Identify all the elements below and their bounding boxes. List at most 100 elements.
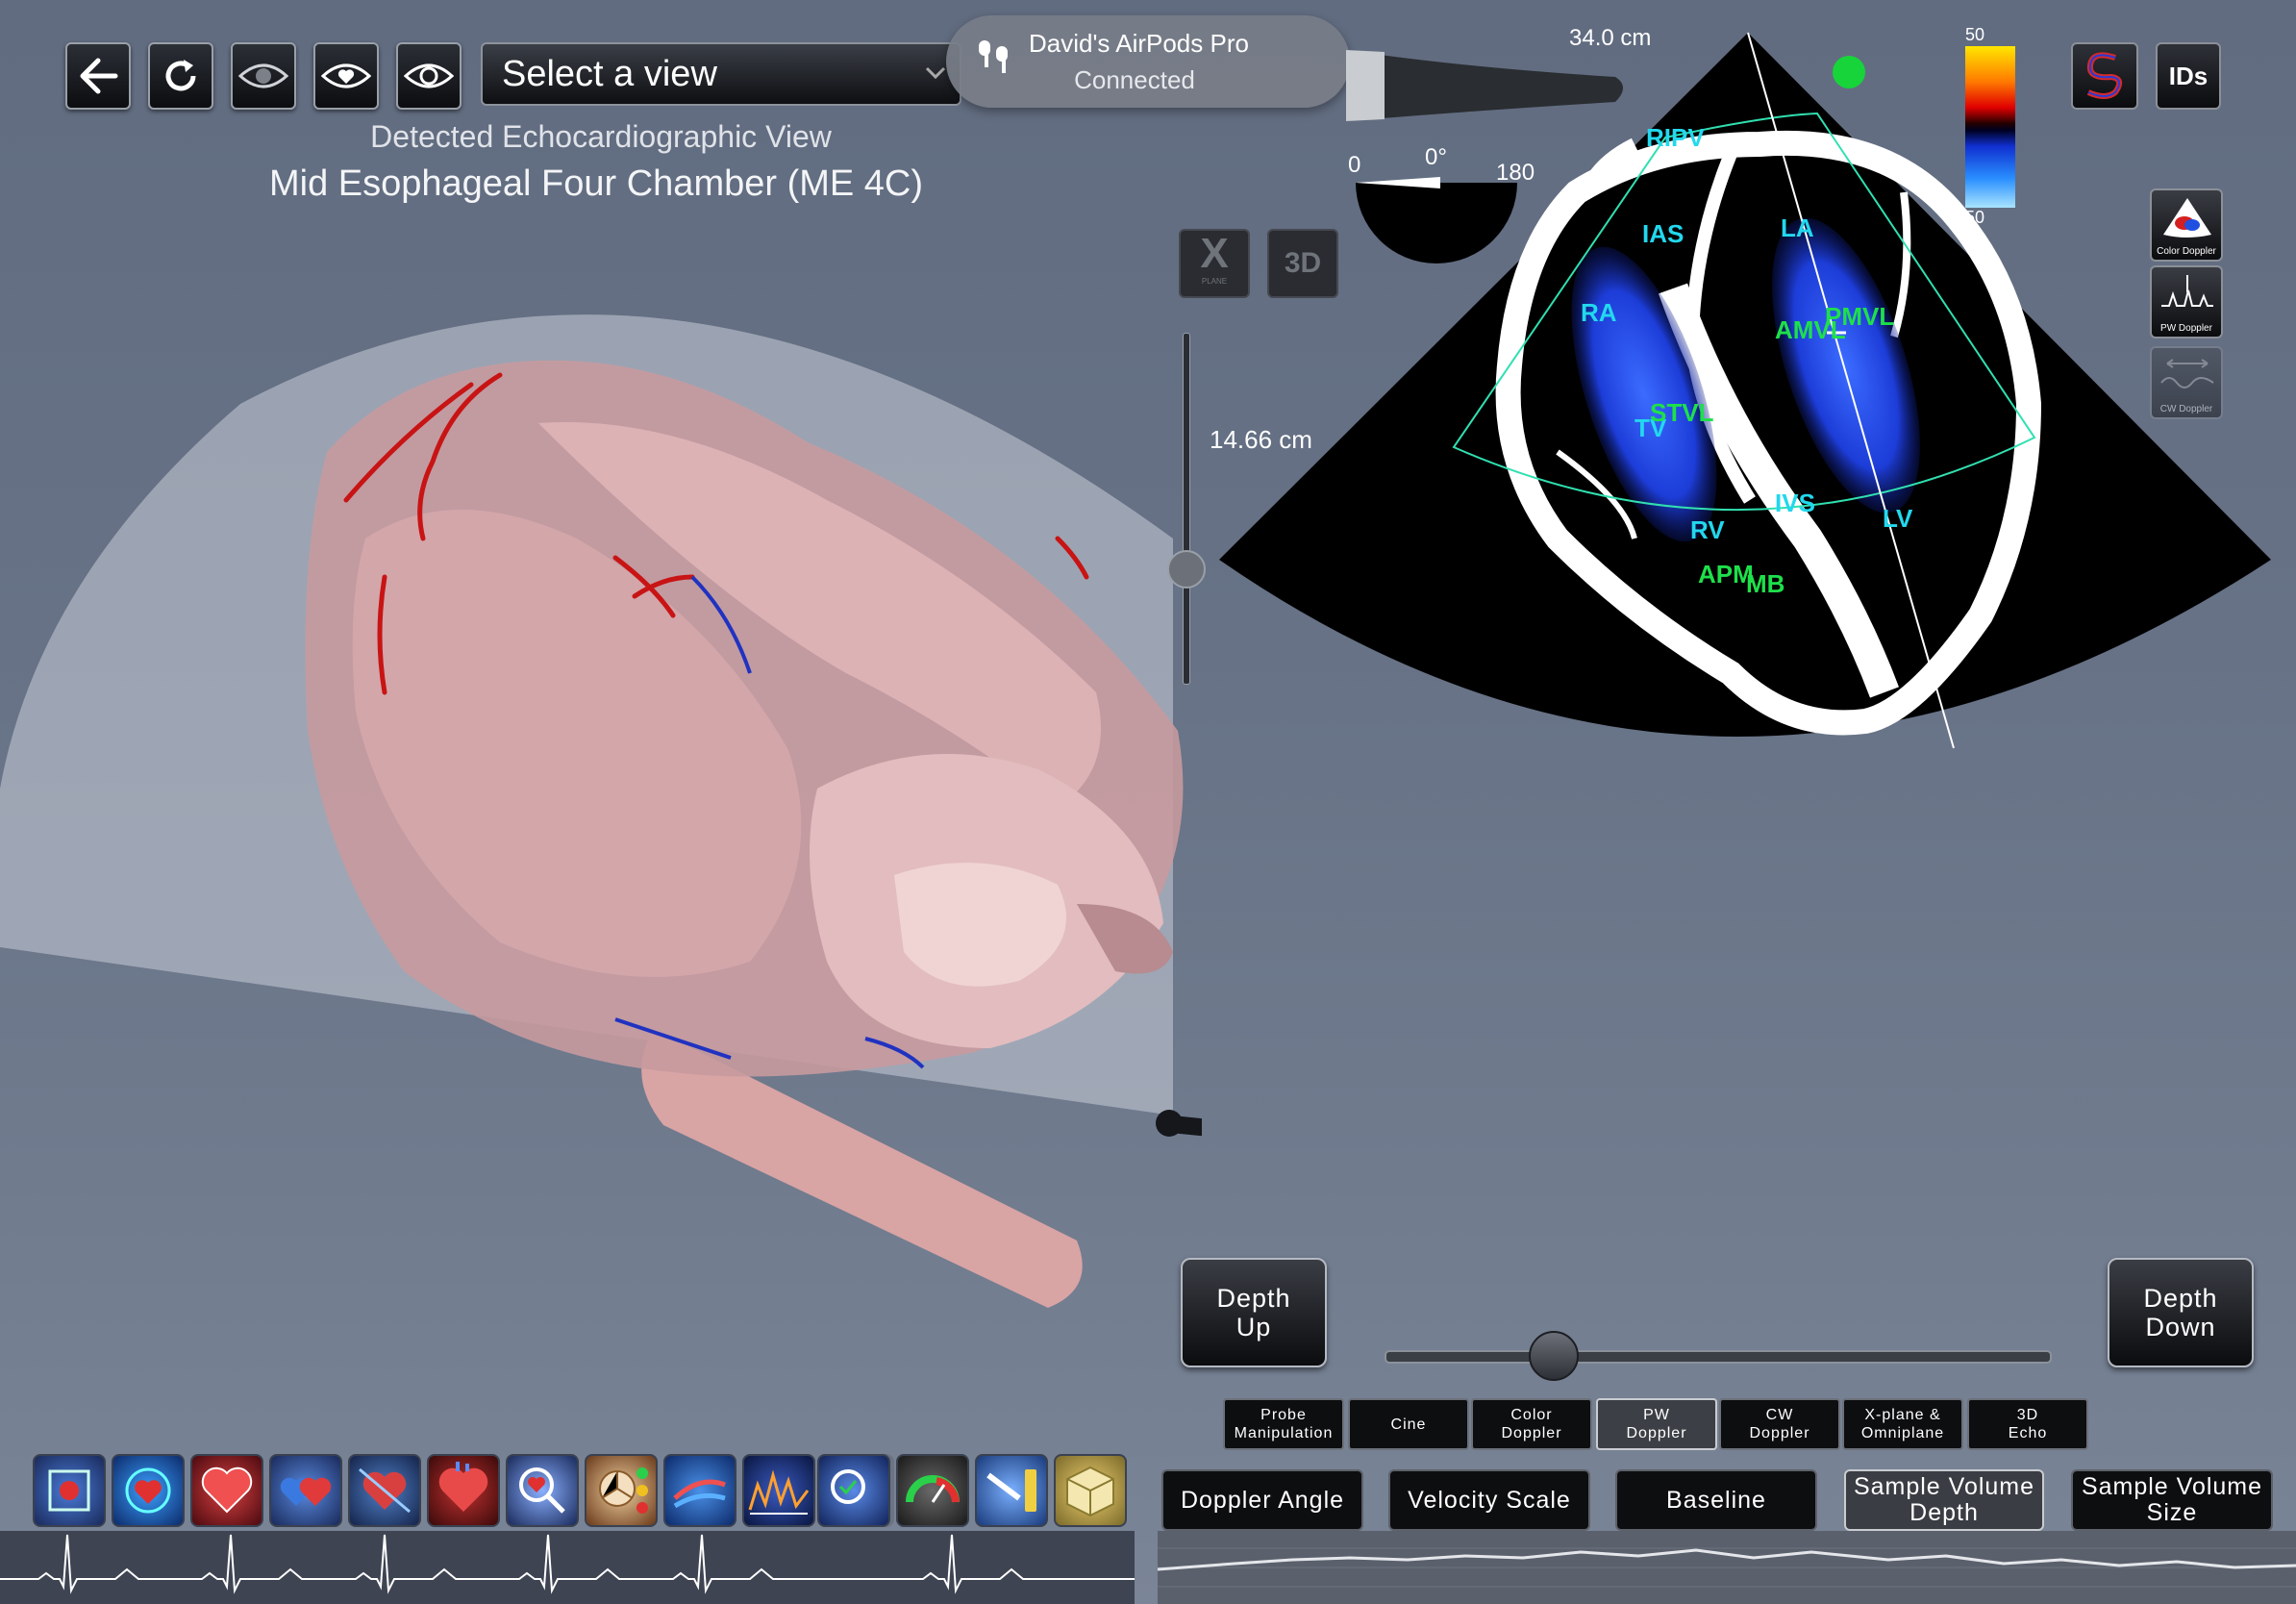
eye-heart-icon xyxy=(321,63,371,88)
depth-slider-thumb[interactable] xyxy=(1167,550,1206,589)
ctrl-label: Sample Volume xyxy=(1853,1473,2035,1500)
ecg-strip-left xyxy=(0,1531,1135,1604)
cw-doppler-side-button[interactable]: CW Doppler xyxy=(2150,346,2223,419)
color-doppler-side-label: Color Doppler xyxy=(2157,246,2216,257)
heart-pair-icon xyxy=(280,1477,332,1506)
sample-volume-depth-button[interactable]: Sample Volume Depth xyxy=(1844,1469,2044,1531)
eye-view-3-button[interactable] xyxy=(396,42,462,110)
tab-line1: Cine xyxy=(1390,1416,1427,1433)
valve-check-icon xyxy=(599,1467,648,1514)
echo-label-la: LA xyxy=(1781,213,1814,242)
app-icon-8[interactable] xyxy=(585,1454,658,1527)
color-doppler-icon xyxy=(2163,198,2211,238)
tab-color-doppler[interactable]: Color Doppler xyxy=(1471,1398,1592,1450)
echo-label-rv: RV xyxy=(1690,515,1725,544)
pw-doppler-side-button[interactable]: PW Doppler xyxy=(2150,265,2223,338)
probe-box-icon xyxy=(48,1469,90,1512)
horizontal-slider-track[interactable] xyxy=(1385,1350,2052,1364)
echo-label-pmvl: PMVL xyxy=(1825,302,1895,331)
magnify-check-icon xyxy=(831,1469,865,1504)
eye-icon xyxy=(238,63,288,88)
tab-line2: Manipulation xyxy=(1234,1425,1334,1441)
depth-down-button[interactable]: Depth Down xyxy=(2108,1258,2254,1367)
tab-line2: Doppler xyxy=(1749,1425,1810,1441)
app-icon-1[interactable] xyxy=(33,1454,106,1527)
view-select[interactable]: Select a view xyxy=(481,42,961,106)
ctrl-label: Sample Volume xyxy=(2081,1473,2263,1500)
tab-line1: 3D xyxy=(2016,1407,2039,1423)
depth-down-line1: Depth xyxy=(2143,1284,2218,1313)
pw-doppler-side-label: PW Doppler xyxy=(2160,323,2212,334)
reset-button[interactable] xyxy=(148,42,213,110)
app-icon-12[interactable] xyxy=(817,1454,890,1527)
app-icon-4[interactable] xyxy=(269,1454,342,1527)
doppler-angle-button[interactable]: Doppler Angle xyxy=(1161,1469,1363,1531)
ids-button[interactable]: IDs xyxy=(2156,42,2221,110)
color-doppler-side-button[interactable]: Color Doppler xyxy=(2150,188,2223,262)
airpods-status: Connected xyxy=(1074,65,1195,94)
refresh-icon xyxy=(165,60,196,91)
echo-label-stvl: STVL xyxy=(1650,398,1714,427)
tab-line1: Color xyxy=(1510,1407,1553,1423)
velocity-scale-button[interactable]: Velocity Scale xyxy=(1388,1469,1590,1531)
tab-line1: X-plane & xyxy=(1864,1407,1941,1423)
chevron-down-icon xyxy=(925,66,946,80)
gauge-icon xyxy=(906,1475,960,1503)
doppler-spectrum-icon xyxy=(748,1469,810,1515)
heart-3d-scene[interactable] xyxy=(0,183,1202,1337)
echo-label-ivs: IVS xyxy=(1775,489,1815,517)
detected-view-caption: Detected Echocardiographic View xyxy=(370,119,832,154)
tab-xplane-omniplane[interactable]: X-plane & Omniplane xyxy=(1842,1398,1963,1450)
echo-image[interactable] xyxy=(1219,29,2277,779)
airpods-icon xyxy=(979,40,1008,73)
app-icon-3[interactable] xyxy=(190,1454,263,1527)
ctrl-label: Velocity Scale xyxy=(1408,1486,1571,1514)
app-icon-7[interactable] xyxy=(506,1454,579,1527)
app-icon-5[interactable] xyxy=(348,1454,421,1527)
tab-pw-doppler[interactable]: PW Doppler xyxy=(1596,1398,1717,1450)
app-icon-9[interactable] xyxy=(663,1454,736,1527)
heart-anatomy-icon xyxy=(438,1462,488,1512)
depth-slider-track[interactable] xyxy=(1183,333,1190,685)
baseline-button[interactable]: Baseline xyxy=(1615,1469,1817,1531)
heart-ring-icon xyxy=(125,1467,171,1514)
tab-line1: PW xyxy=(1643,1407,1670,1423)
app-icon-14[interactable] xyxy=(975,1454,1048,1527)
eye-view-1-button[interactable] xyxy=(231,42,296,110)
back-button[interactable] xyxy=(65,42,131,110)
echo-label-lv: LV xyxy=(1883,504,1913,533)
app-icon-2[interactable] xyxy=(112,1454,185,1527)
echo-label-mb: MB xyxy=(1746,569,1785,598)
sample-volume-size-button[interactable]: Sample Volume Size xyxy=(2071,1469,2273,1531)
cw-doppler-side-label: CW Doppler xyxy=(2159,404,2213,414)
probe-checklist-icon xyxy=(986,1469,1036,1512)
depth-up-button[interactable]: Depth Up xyxy=(1181,1258,1327,1367)
heart-icon xyxy=(201,1466,253,1514)
echo-label-ripv: RIPV xyxy=(1646,123,1705,152)
magnify-heart-icon xyxy=(519,1467,565,1514)
cube-icon xyxy=(1066,1466,1114,1517)
doppler-trace-strip xyxy=(1158,1531,2296,1604)
color-scale-top-label: 50 xyxy=(1965,25,1985,44)
status-dot xyxy=(1833,56,1865,88)
echo-label-ra: RA xyxy=(1581,298,1617,327)
eye-view-2-button[interactable] xyxy=(313,42,379,110)
ctrl-label-2: Depth xyxy=(1909,1499,1979,1526)
tab-3d-echo[interactable]: 3D Echo xyxy=(1967,1398,2088,1450)
ctrl-label: Doppler Angle xyxy=(1180,1486,1345,1514)
depth-up-line2: Up xyxy=(1235,1313,1272,1341)
app-icon-10[interactable] xyxy=(742,1454,815,1527)
view-select-label: Select a view xyxy=(502,53,717,94)
color-velocity-scale xyxy=(1965,46,2015,208)
tab-probe-manipulation[interactable]: Probe Manipulation xyxy=(1223,1398,1344,1450)
anatomy-toggle-button[interactable] xyxy=(2071,42,2138,110)
heart-s-icon xyxy=(2086,52,2123,99)
app-icon-6[interactable] xyxy=(427,1454,500,1527)
app-icon-13[interactable] xyxy=(896,1454,969,1527)
tab-cw-doppler[interactable]: CW Doppler xyxy=(1719,1398,1840,1450)
app-icon-15[interactable] xyxy=(1054,1454,1127,1527)
tab-cine[interactable]: Cine xyxy=(1348,1398,1469,1450)
heart-beam-icon xyxy=(359,1467,411,1514)
back-arrow-icon xyxy=(80,58,118,94)
horizontal-slider-thumb[interactable] xyxy=(1529,1331,1579,1381)
